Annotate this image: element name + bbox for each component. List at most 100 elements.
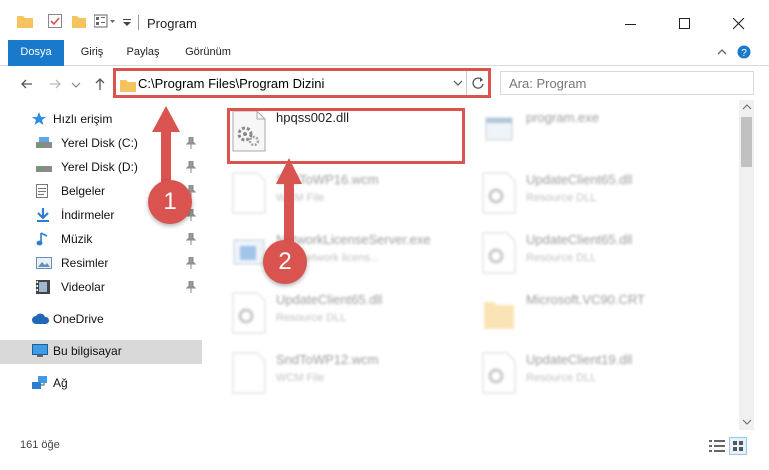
sidebar-item-pictures[interactable]: Resimler [0, 252, 202, 276]
large-icons-view-button[interactable] [729, 437, 747, 455]
file-item-microsoft-vc90-crt[interactable]: Microsoft.VC90.CRT [452, 282, 702, 342]
close-icon [733, 18, 745, 30]
sidebar-item-label: Videolar [61, 280, 105, 294]
dll-gear-icon [482, 352, 516, 394]
drive-icon [36, 136, 52, 150]
computer-icon [32, 344, 48, 358]
sidebar-item-label: Müzik [61, 232, 93, 246]
window-title: Program [147, 16, 197, 31]
sidebar-item-label: Bu bilgisayar [53, 344, 122, 358]
tab-paylas[interactable]: Paylaş [118, 40, 168, 65]
file-type: Resource DLL [276, 312, 347, 324]
pin-icon[interactable] [186, 257, 196, 269]
refresh-icon[interactable] [471, 75, 485, 91]
sidebar-item-label: OneDrive [53, 312, 104, 326]
address-divider [466, 71, 467, 95]
forward-arrow-icon [50, 79, 61, 89]
file-item-program-exe[interactable]: program.exe [452, 100, 702, 160]
back-arrow-icon [21, 79, 32, 89]
sidebar-item-videos[interactable]: Videolar [0, 276, 202, 300]
file-item-sndtowp12[interactable]: SndToWP12.wcm WCM File [202, 342, 452, 402]
up-button[interactable] [90, 74, 110, 94]
file-item-updateclient65-a[interactable]: UpdateClient65.dll Resource DLL [452, 162, 702, 222]
help-icon[interactable]: ? [737, 45, 751, 59]
music-icon [36, 232, 50, 246]
minimize-icon [625, 24, 636, 25]
scrollbar-thumb[interactable] [741, 117, 752, 167]
sidebar-item-label: Ağ [53, 376, 68, 390]
folder-icon [120, 78, 136, 92]
forward-button[interactable] [45, 74, 65, 94]
close-button[interactable] [716, 8, 762, 40]
file-type: WCM File [276, 372, 325, 384]
step-badge-2: 2 [263, 240, 307, 284]
title-bar: Program [0, 0, 769, 40]
title-divider [138, 15, 139, 30]
folder-icon [17, 14, 33, 28]
folder-icon [482, 292, 516, 334]
file-type: Resource DLL [526, 372, 597, 384]
download-icon [36, 208, 50, 222]
file-name: UpdateClient65.dll [276, 292, 383, 307]
sidebar-item-label: Hızlı erişim [53, 112, 113, 126]
search-placeholder: Ara: Program [509, 76, 587, 91]
file-item-updateclient19[interactable]: UpdateClient19.dll Resource DLL [452, 342, 702, 402]
cloud-icon [32, 312, 50, 326]
file-name: Microsoft.VC90.CRT [526, 292, 645, 307]
new-folder-icon[interactable] [72, 14, 88, 28]
search-box[interactable]: Ara: Program [500, 71, 754, 95]
videos-icon [36, 280, 50, 294]
sidebar-item-music[interactable]: Müzik [0, 228, 202, 252]
address-path[interactable]: C:\Program Files\Program Dizini [138, 76, 324, 91]
address-row: C:\Program Files\Program Dizini Ara: Pro… [0, 66, 769, 100]
pin-icon[interactable] [186, 233, 196, 245]
properties-icon[interactable] [48, 14, 64, 28]
view-options-icon[interactable] [94, 14, 115, 28]
star-icon [32, 112, 46, 126]
sidebar-item-onedrive[interactable]: OneDrive [0, 308, 202, 332]
minimize-button[interactable] [608, 8, 654, 40]
drive-icon [36, 160, 52, 174]
file-icon [232, 352, 266, 394]
up-arrow-icon [95, 78, 105, 90]
exe-icon [482, 110, 516, 152]
file-name: UpdateClient65.dll [526, 172, 633, 187]
back-button[interactable] [17, 74, 37, 94]
address-bar[interactable]: C:\Program Files\Program Dizini [113, 68, 491, 98]
exe-icon [232, 232, 266, 274]
details-view-icon[interactable] [709, 439, 725, 453]
file-item-updateclient65-c[interactable]: UpdateClient65.dll Resource DLL [202, 282, 452, 342]
sidebar-item-this-pc[interactable]: Bu bilgisayar [0, 340, 202, 364]
file-highlight-box [227, 108, 465, 164]
customize-toolbar-icon[interactable] [122, 14, 138, 28]
tab-gorunum[interactable]: Görünüm [176, 40, 240, 65]
dll-gear-icon [482, 172, 516, 214]
documents-icon [36, 184, 50, 198]
file-type: Resource DLL [526, 252, 597, 264]
dll-gear-icon [232, 292, 266, 334]
file-type: Resource DLL [526, 192, 597, 204]
sidebar-item-label: İndirmeler [61, 208, 115, 222]
file-name: UpdateClient65.dll [526, 232, 633, 247]
sidebar-item-network[interactable]: Ağ [0, 372, 202, 396]
file-item-updateclient65-b[interactable]: UpdateClient65.dll Resource DLL [452, 222, 702, 282]
sidebar-item-label: Belgeler [61, 184, 106, 198]
sidebar-item-label: Yerel Disk (C:) [61, 136, 138, 150]
expand-ribbon-icon[interactable] [716, 46, 728, 58]
ribbon-tabs: Dosya Giriş Paylaş Görünüm ? [0, 40, 769, 100]
recent-locations-button[interactable] [70, 74, 82, 94]
file-icon [232, 172, 266, 214]
pin-icon[interactable] [186, 281, 196, 293]
scroll-up-icon[interactable] [742, 103, 752, 111]
vertical-scrollbar[interactable] [739, 100, 754, 430]
maximize-button[interactable] [662, 8, 708, 40]
network-icon [32, 376, 47, 390]
tab-giris[interactable]: Giriş [70, 40, 114, 65]
maximize-icon [679, 18, 690, 29]
pictures-icon [36, 256, 52, 270]
address-dropdown-icon[interactable] [452, 76, 464, 90]
sidebar-item-label: Yerel Disk (D:) [61, 160, 138, 174]
status-bar: 161 öğe [0, 435, 769, 470]
scroll-down-icon[interactable] [742, 418, 752, 426]
dll-gear-icon [482, 232, 516, 274]
